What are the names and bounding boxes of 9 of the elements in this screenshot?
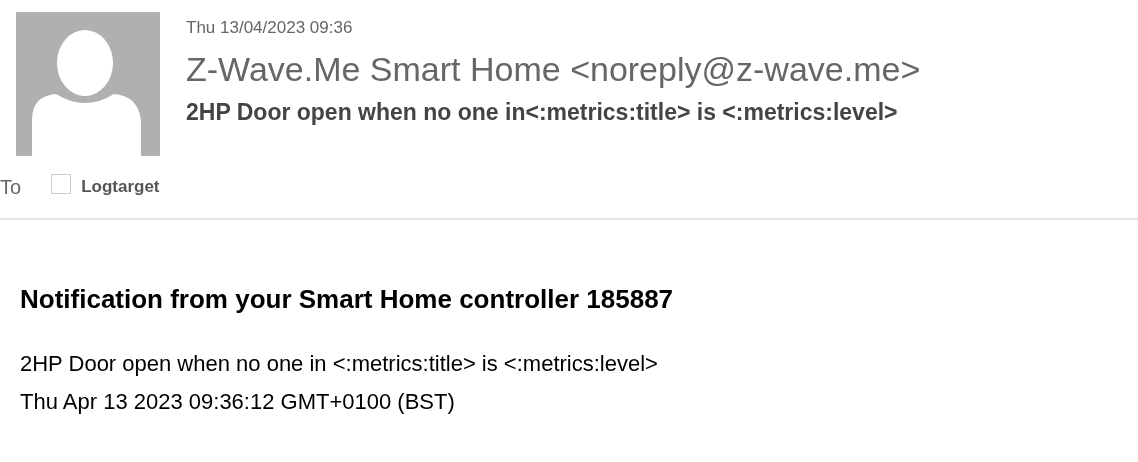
message-heading: Notification from your Smart Home controller 185887 xyxy=(20,284,675,315)
to-label: To xyxy=(0,175,22,199)
message-text: Thu Apr 13 2023 09:36:12 GMT+0100 (BST) xyxy=(20,388,456,416)
recipient-name[interactable]: Logtarget xyxy=(81,177,160,197)
sent-date: Thu 13/04/2023 09:36 xyxy=(186,18,354,38)
sender-name: Z-Wave.Me Smart Home <noreply@z-wave.me> xyxy=(186,50,921,89)
recipient-icon xyxy=(51,174,72,194)
message-text: 2HP Door open when no one in <:metrics:title> is <:metrics:level> xyxy=(20,350,659,378)
subject-line: 2HP Door open when no one in<:metrics:title> is <:metrics:level> xyxy=(186,99,899,126)
